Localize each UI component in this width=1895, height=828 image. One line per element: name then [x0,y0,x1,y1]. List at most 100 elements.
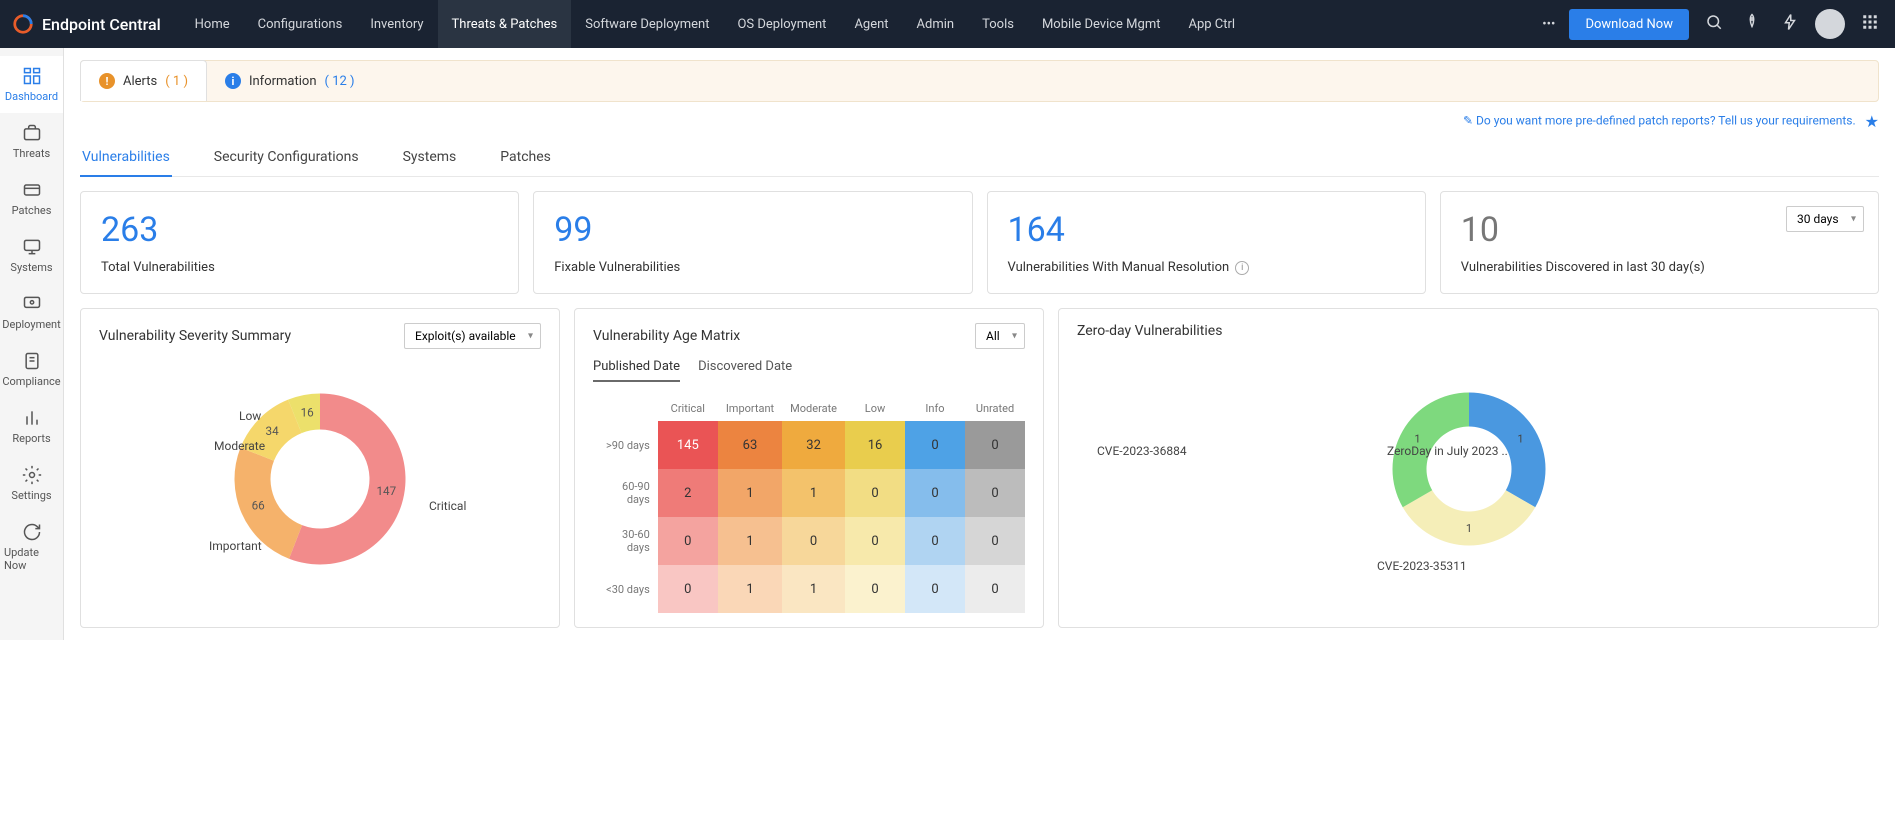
sidebar-settings[interactable]: Settings [0,455,63,512]
sidebar-dashboard[interactable]: Dashboard [0,56,63,113]
age-subtab-1[interactable]: Discovered Date [698,359,792,382]
bolt-icon[interactable] [1777,9,1803,39]
top-nav: HomeConfigurationsInventoryThreats & Pat… [181,0,1529,48]
matrix-cell-1-0[interactable]: 2 [658,469,718,517]
nav-tools[interactable]: Tools [968,0,1028,48]
matrix-col-info: Info [905,396,965,421]
nav-software-deployment[interactable]: Software Deployment [571,0,723,48]
sidebar-compliance[interactable]: Compliance [0,341,63,398]
feedback-link[interactable]: Do you want more pre-defined patch repor… [1476,114,1856,128]
matrix-cell-0-2[interactable]: 32 [782,421,845,469]
nav-admin[interactable]: Admin [903,0,969,48]
matrix-col-important: Important [718,396,782,421]
matrix-row-3: <30 days [593,565,658,613]
sidebar-reports[interactable]: Reports [0,398,63,455]
severity-title: Vulnerability Severity Summary [99,328,291,344]
matrix-cell-2-4[interactable]: 0 [905,517,965,565]
matrix-cell-3-1[interactable]: 1 [718,565,782,613]
nav-more[interactable]: ••• [1528,0,1569,48]
download-button[interactable]: Download Now [1569,9,1689,40]
sidebar-threats[interactable]: Threats [0,113,63,170]
alert-icon: ! [99,73,115,89]
matrix-cell-3-0[interactable]: 0 [658,565,718,613]
matrix-cell-3-2[interactable]: 1 [782,565,845,613]
alerts-count: ( 1 ) [165,74,188,89]
matrix-cell-0-5[interactable]: 0 [965,421,1025,469]
matrix-cell-1-2[interactable]: 1 [782,469,845,517]
sidebar-patches[interactable]: Patches [0,170,63,227]
nav-threats-patches[interactable]: Threats & Patches [438,0,572,48]
age-filter-select[interactable]: All [975,323,1025,349]
matrix-cell-1-5[interactable]: 0 [965,469,1025,517]
stat-value: 164 [1008,210,1405,250]
top-bar: Endpoint Central HomeConfigurationsInven… [0,0,1895,48]
matrix-cell-1-4[interactable]: 0 [905,469,965,517]
matrix-cell-1-1[interactable]: 1 [718,469,782,517]
sidebar-deployment[interactable]: Deployment [0,284,63,341]
matrix-cell-0-3[interactable]: 16 [845,421,905,469]
matrix-cell-2-1[interactable]: 1 [718,517,782,565]
matrix-col-unrated: Unrated [965,396,1025,421]
apps-grid-icon[interactable] [1857,9,1883,39]
age-subtab-0[interactable]: Published Date [593,359,680,382]
star-icon[interactable]: ★ [1865,112,1879,131]
sidebar-update-now[interactable]: Update Now [0,512,63,582]
reports-icon [22,408,42,428]
nav-home[interactable]: Home [181,0,244,48]
user-avatar[interactable] [1815,9,1845,39]
stat-card-2[interactable]: 164 Vulnerabilities With Manual Resolutio… [987,191,1426,294]
matrix-cell-2-5[interactable]: 0 [965,517,1025,565]
alert-bar: ! Alerts ( 1 ) i Information ( 12 ) [80,60,1879,102]
matrix-cell-0-4[interactable]: 0 [905,421,965,469]
matrix-cell-2-2[interactable]: 0 [782,517,845,565]
severity-filter-select[interactable]: Exploit(s) available [404,323,541,349]
nav-configurations[interactable]: Configurations [244,0,357,48]
matrix-cell-3-4[interactable]: 0 [905,565,965,613]
matrix-cell-3-3[interactable]: 0 [845,565,905,613]
tab-security-configurations[interactable]: Security Configurations [212,141,361,176]
stat-card-1[interactable]: 99Fixable Vulnerabilities [533,191,972,294]
search-icon[interactable] [1701,9,1727,39]
stat-period-select[interactable]: 30 days [1786,206,1864,232]
matrix-cell-3-5[interactable]: 0 [965,565,1025,613]
nav-app-ctrl[interactable]: App Ctrl [1174,0,1249,48]
information-tab[interactable]: i Information ( 12 ) [207,61,373,101]
alerts-tab[interactable]: ! Alerts ( 1 ) [80,60,207,101]
stat-card-0[interactable]: 263Total Vulnerabilities [80,191,519,294]
svg-text:34: 34 [266,424,280,438]
severity-donut: 147663416 CriticalImportantModerateLow [99,359,541,599]
matrix-cell-1-3[interactable]: 0 [845,469,905,517]
matrix-cell-0-1[interactable]: 63 [718,421,782,469]
zeroday-label-1: ZeroDay in July 2023 .. [1387,444,1508,458]
sidebar-systems[interactable]: Systems [0,227,63,284]
nav-inventory[interactable]: Inventory [356,0,437,48]
logo-icon [12,13,34,35]
stat-label: Vulnerabilities With Manual Resolution i [1008,260,1405,275]
nav-agent[interactable]: Agent [840,0,902,48]
info-icon[interactable]: i [1235,261,1249,275]
tab-systems[interactable]: Systems [401,141,459,176]
matrix-row-0: >90 days [593,421,658,469]
matrix-col-low: Low [845,396,905,421]
feedback-row: ✎ Do you want more pre-defined patch rep… [80,108,1879,141]
matrix-cell-0-0[interactable]: 145 [658,421,718,469]
info-count: ( 12 ) [325,74,355,89]
tab-patches[interactable]: Patches [498,141,553,176]
gear-icon [22,465,42,485]
tab-vulnerabilities[interactable]: Vulnerabilities [80,141,172,177]
rocket-icon[interactable] [1739,9,1765,39]
matrix-cell-2-0[interactable]: 0 [658,517,718,565]
nav-os-deployment[interactable]: OS Deployment [723,0,840,48]
severity-label-moderate: Moderate [214,439,265,453]
nav-mobile-device-mgmt[interactable]: Mobile Device Mgmt [1028,0,1175,48]
svg-text:66: 66 [252,499,266,513]
age-title: Vulnerability Age Matrix [593,328,740,344]
widgets-row: Vulnerability Severity Summary Exploit(s… [80,308,1879,628]
severity-label-critical: Critical [429,499,466,513]
matrix-row-2: 30-60 days [593,517,658,565]
svg-text:1: 1 [1517,433,1523,446]
stat-card-3[interactable]: 10Vulnerabilities Discovered in last 30 … [1440,191,1879,294]
svg-text:147: 147 [376,484,396,498]
matrix-cell-2-3[interactable]: 0 [845,517,905,565]
stat-label: Vulnerabilities Discovered in last 30 da… [1461,260,1858,275]
